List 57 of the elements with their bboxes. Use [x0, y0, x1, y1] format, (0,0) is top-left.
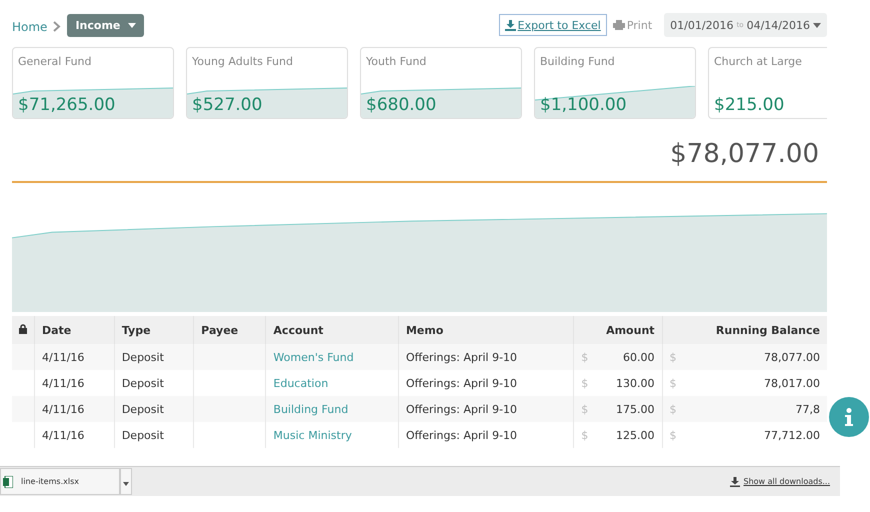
account-link[interactable]: Music Ministry — [273, 428, 352, 442]
table-cell: 4/11/16 — [34, 396, 114, 422]
table-cell: Deposit — [114, 396, 194, 422]
currency-sign: $ — [581, 350, 588, 364]
show-all-downloads-link[interactable]: Show all downloads... — [744, 477, 830, 486]
fund-name: Youth Fund — [366, 55, 428, 68]
column-header[interactable]: Payee — [194, 316, 266, 344]
fund-name: Building Fund — [540, 55, 616, 68]
table-cell: Deposit — [114, 422, 194, 448]
fund-card[interactable]: General Fund $71,265.00 — [12, 47, 174, 119]
table-cell: 4/11/16 — [34, 344, 114, 370]
table-cell: Offerings: April 9-10 — [398, 344, 574, 370]
balance-value: 77,8 — [796, 402, 820, 416]
fund-name: Church at Large — [714, 55, 803, 68]
fund-name: General Fund — [18, 55, 92, 68]
fund-card[interactable]: Church at Large $215.00 — [708, 47, 827, 119]
balance-value: 77,712.00 — [764, 428, 820, 442]
download-item[interactable]: line-items.xlsx — [0, 468, 120, 495]
income-dropdown[interactable]: Income — [67, 14, 144, 36]
currency-sign: $ — [581, 428, 588, 442]
currency-sign: $ — [670, 402, 677, 416]
currency-sign: $ — [581, 402, 588, 416]
table-cell: Deposit — [114, 344, 194, 370]
print-button[interactable]: Print — [612, 18, 658, 32]
file-name: line-items.xlsx — [21, 477, 79, 486]
table-cell: Offerings: April 9-10 — [398, 396, 574, 422]
balance-value: 78,017.00 — [764, 376, 820, 390]
currency-sign: $ — [670, 376, 677, 390]
balance-value: 78,077.00 — [764, 350, 820, 364]
column-header[interactable]: Date — [34, 316, 114, 344]
fund-amount: $1,100.00 — [540, 95, 627, 115]
fund-amount: $527.00 — [192, 95, 262, 115]
amount-value: 175.00 — [616, 402, 655, 416]
currency-sign: $ — [581, 376, 588, 390]
fund-card[interactable]: Young Adults Fund $527.00 — [186, 47, 348, 119]
fund-amount: $215.00 — [714, 95, 784, 115]
total-amount: $78,077.00 — [669, 139, 819, 169]
account-link[interactable]: Education — [273, 376, 328, 390]
currency-sign: $ — [670, 428, 677, 442]
home-link[interactable]: Home — [12, 20, 48, 34]
amount-value: 130.00 — [616, 376, 655, 390]
column-header[interactable]: Type — [114, 316, 194, 344]
column-header[interactable]: Running Balance — [662, 316, 827, 344]
amount-value: 125.00 — [616, 428, 655, 442]
column-header[interactable]: Memo — [398, 316, 574, 344]
fund-name: Young Adults Fund — [192, 55, 294, 68]
column-header[interactable]: Amount — [574, 316, 662, 344]
fund-card[interactable]: Youth Fund $680.00 — [360, 47, 522, 119]
table-cell: Offerings: April 9-10 — [398, 422, 574, 448]
amount-value: 60.00 — [623, 350, 655, 364]
table-cell: 4/11/16 — [34, 422, 114, 448]
fund-amount: $71,265.00 — [18, 95, 116, 115]
column-header[interactable]: Account — [266, 316, 398, 344]
fund-amount: $680.00 — [366, 95, 436, 115]
fund-card[interactable]: Building Fund $1,100.00 — [534, 47, 696, 119]
currency-sign: $ — [670, 350, 677, 364]
export-button[interactable]: Export to Excel — [498, 14, 607, 36]
